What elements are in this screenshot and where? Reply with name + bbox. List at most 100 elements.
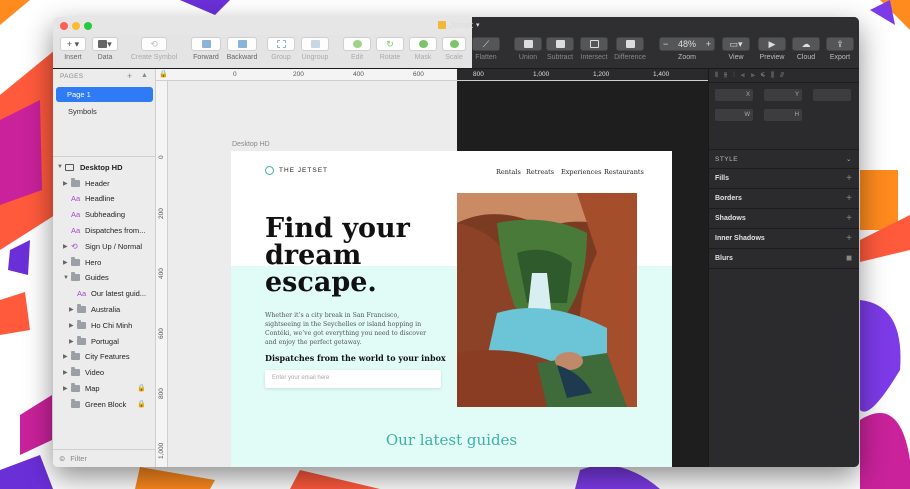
backward-button[interactable]: Backward	[225, 37, 259, 67]
mask-icon	[409, 37, 437, 51]
intersect-button[interactable]: Intersect	[577, 37, 611, 67]
borders-section[interactable]: Borders +	[709, 189, 859, 209]
w-field[interactable]: W	[715, 109, 753, 121]
ruler-tick-label: 0	[158, 155, 165, 159]
close-window-button[interactable]	[60, 22, 68, 30]
page-item-symbols[interactable]: Symbols	[68, 107, 97, 116]
view-button[interactable]: ▭▾ View	[721, 37, 751, 67]
layer-item[interactable]: ▶ Video	[63, 365, 104, 381]
scale-button[interactable]: Scale	[441, 37, 467, 67]
disclosure-down-icon[interactable]: ▼	[63, 275, 71, 281]
canvas[interactable]: 🔒 0 200 400 600 800 1,000 1,200 1,400 0 200 400 60…	[156, 69, 708, 467]
difference-button[interactable]: Difference	[611, 37, 649, 67]
cloud-button[interactable]: ☁ Cloud	[791, 37, 821, 67]
layer-item[interactable]: Aa Our latest guid...	[69, 286, 146, 302]
shape-layer-icon	[71, 398, 80, 408]
h-field[interactable]: H	[764, 109, 802, 121]
site-logo: THE JETSET	[265, 166, 328, 175]
vertical-ruler[interactable]: 0 200 400 600 800 1,000	[156, 81, 168, 467]
collapse-pages-icon[interactable]: ▲	[141, 72, 148, 79]
text-layer-icon: Aa	[71, 210, 81, 220]
layer-item[interactable]: ▶ City Features	[63, 349, 130, 365]
preview-button[interactable]: ▶ Preview	[757, 37, 787, 67]
ungroup-icon	[301, 37, 329, 51]
page-item-page-1[interactable]: Page 1	[56, 87, 153, 102]
zoom-out-icon[interactable]: −	[663, 39, 668, 49]
zoom-control[interactable]: − 48% + Zoom	[659, 37, 715, 67]
forward-button[interactable]: Forward	[190, 37, 222, 67]
blurs-section[interactable]: Blurs ■	[709, 249, 859, 269]
layer-item[interactable]: ▼ Guides	[63, 270, 109, 286]
disclosure-right-icon[interactable]: ▶	[69, 306, 77, 313]
style-header[interactable]: STYLE ⌄	[709, 149, 859, 169]
folder-icon	[71, 177, 80, 187]
mask-button[interactable]: Mask	[409, 37, 437, 67]
ruler-lock-icon: 🔒	[159, 71, 168, 78]
disclosure-right-icon[interactable]: ▶	[63, 243, 71, 250]
x-field[interactable]: X	[715, 89, 753, 101]
nav-experiences: Experiences	[561, 168, 602, 176]
layer-label: Dispatches from...	[85, 225, 146, 235]
subtract-button[interactable]: Subtract	[543, 37, 577, 67]
blur-toggle-icon[interactable]: ■	[846, 253, 852, 264]
ruler-tick-label: 1,200	[593, 71, 610, 78]
disclosure-right-icon[interactable]: ▶	[63, 180, 71, 187]
artboard-name-label[interactable]: Desktop HD	[232, 141, 270, 148]
filter-field[interactable]: ⊜ Filter	[53, 449, 156, 467]
group-button[interactable]: Group	[266, 37, 296, 67]
disclosure-down-icon[interactable]: ▼	[57, 164, 65, 170]
lock-icon[interactable]: 🔒	[137, 400, 146, 408]
zoom-in-icon[interactable]: +	[706, 39, 711, 49]
disclosure-right-icon[interactable]: ▶	[63, 259, 71, 266]
disclosure-right-icon[interactable]: ▶	[63, 369, 71, 376]
artboard-desktop-hd[interactable]: THE JETSET Rentals Retreats Experiences …	[231, 151, 672, 467]
minimize-window-button[interactable]	[72, 22, 80, 30]
layer-label: Hero	[85, 257, 102, 267]
layer-item[interactable]: Green Block 🔒	[63, 396, 146, 412]
layer-item[interactable]: ▶ Portugal	[69, 333, 119, 349]
align-icons[interactable]: ⫴⫵⫶⫷⫸⫹⫼⫻	[715, 72, 790, 80]
fills-section[interactable]: Fills +	[709, 169, 859, 189]
layer-item[interactable]: ▶ Hero	[63, 254, 101, 270]
rotation-field[interactable]	[813, 89, 851, 101]
disclosure-right-icon[interactable]: ▶	[69, 322, 77, 329]
disclosure-right-icon[interactable]: ▶	[69, 338, 77, 345]
rotate-button[interactable]: ↻ Rotate	[375, 37, 405, 67]
add-page-icon[interactable]: +	[127, 71, 132, 81]
disclosure-right-icon[interactable]: ▶	[63, 353, 71, 360]
ungroup-button[interactable]: Ungroup	[299, 37, 331, 67]
flatten-button[interactable]: ⟋ Flatten	[471, 37, 501, 67]
layer-item[interactable]: Aa Headline	[63, 191, 115, 207]
union-button[interactable]: Union	[513, 37, 543, 67]
add-border-icon[interactable]: +	[846, 193, 852, 204]
add-inner-shadow-icon[interactable]: +	[846, 233, 852, 244]
edit-button[interactable]: Edit	[343, 37, 371, 67]
create-symbol-button[interactable]: ⟲ Create Symbol	[129, 37, 179, 67]
horizontal-ruler[interactable]: 🔒 0 200 400 600 800 1,000 1,200 1,400	[156, 69, 708, 81]
zoom-window-button[interactable]	[84, 22, 92, 30]
layer-item[interactable]: ▶ Header	[63, 175, 110, 191]
export-button[interactable]: ⇪ Export	[825, 37, 855, 67]
document-title[interactable]: Jetset ▾	[438, 20, 480, 30]
insert-button[interactable]: + ▾ Insert	[59, 37, 87, 67]
data-button[interactable]: ▾ Data	[91, 37, 119, 67]
layer-item[interactable]: ▶ Australia	[69, 301, 120, 317]
nav-restaurants: Restaurants	[604, 168, 644, 176]
layer-item[interactable]: ▶ Ho Chi Minh	[69, 317, 132, 333]
layer-item[interactable]: ▶ Map 🔒	[63, 380, 146, 396]
disclosure-right-icon[interactable]: ▶	[63, 385, 71, 392]
difference-icon	[616, 37, 644, 51]
shadows-section[interactable]: Shadows +	[709, 209, 859, 229]
layer-item[interactable]: Aa Dispatches from...	[63, 222, 145, 238]
layer-item[interactable]: ▶ ⟲ Sign Up / Normal	[63, 238, 142, 254]
y-field[interactable]: Y	[764, 89, 802, 101]
rotate-icon: ↻	[376, 37, 404, 51]
add-shadow-icon[interactable]: +	[846, 213, 852, 224]
lock-icon[interactable]: 🔒	[137, 384, 146, 392]
union-icon	[514, 37, 542, 51]
layer-item[interactable]: Aa Subheading	[63, 207, 125, 223]
data-icon: ▾	[92, 37, 118, 51]
inner-shadows-section[interactable]: Inner Shadows +	[709, 229, 859, 249]
artboard-layer-desktop-hd[interactable]: ▼ Desktop HD	[57, 159, 123, 175]
add-fill-icon[interactable]: +	[846, 173, 852, 184]
